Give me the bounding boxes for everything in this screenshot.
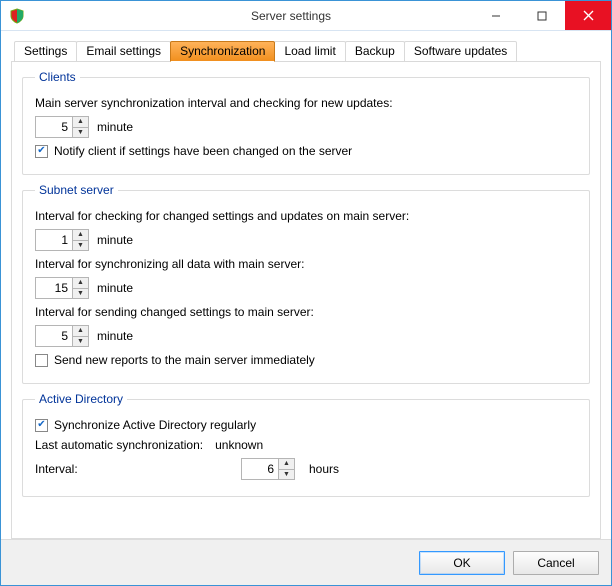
subnet-syncall-input[interactable] <box>36 278 72 298</box>
ad-interval-spinner[interactable]: ▲ ▼ <box>241 458 295 480</box>
ad-interval-unit: hours <box>309 462 339 476</box>
subnet-check-unit: minute <box>97 233 133 247</box>
server-settings-window: Server settings Settings Email settings … <box>0 0 612 586</box>
ad-last-label: Last automatic synchronization: <box>35 438 203 452</box>
subnet-check-spinner[interactable]: ▲ ▼ <box>35 229 89 251</box>
subnet-syncall-spinner[interactable]: ▲ ▼ <box>35 277 89 299</box>
tab-backup[interactable]: Backup <box>345 41 405 62</box>
subnet-send-spin-btns: ▲ ▼ <box>72 326 88 346</box>
titlebar: Server settings <box>1 1 611 31</box>
tab-load-limit[interactable]: Load limit <box>274 41 345 62</box>
close-button[interactable] <box>565 1 611 30</box>
maximize-button[interactable] <box>519 1 565 30</box>
ad-sync-label: Synchronize Active Directory regularly <box>54 418 256 432</box>
tab-strip: Settings Email settings Synchronization … <box>11 41 601 62</box>
content-area: Settings Email settings Synchronization … <box>1 31 611 539</box>
ad-legend: Active Directory <box>35 392 127 406</box>
active-directory-group: Active Directory Synchronize Active Dire… <box>22 392 590 497</box>
subnet-server-group: Subnet server Interval for checking for … <box>22 183 590 384</box>
spin-up-icon[interactable]: ▲ <box>279 459 294 470</box>
spin-down-icon[interactable]: ▼ <box>73 289 88 299</box>
send-immediate-label: Send new reports to the main server imme… <box>54 353 315 367</box>
clients-interval-spin-btns: ▲ ▼ <box>72 117 88 137</box>
notify-client-label: Notify client if settings have been chan… <box>54 144 352 158</box>
notify-client-checkbox[interactable] <box>35 145 48 158</box>
spin-up-icon[interactable]: ▲ <box>73 117 88 128</box>
ad-sync-checkbox[interactable] <box>35 419 48 432</box>
spin-down-icon[interactable]: ▼ <box>279 470 294 480</box>
spin-up-icon[interactable]: ▲ <box>73 278 88 289</box>
ad-interval-spin-btns: ▲ ▼ <box>278 459 294 479</box>
clients-group: Clients Main server synchronization inte… <box>22 70 590 175</box>
subnet-syncall-spin-btns: ▲ ▼ <box>72 278 88 298</box>
spin-up-icon[interactable]: ▲ <box>73 326 88 337</box>
tab-settings[interactable]: Settings <box>14 41 77 62</box>
minimize-button[interactable] <box>473 1 519 30</box>
tab-email-settings[interactable]: Email settings <box>76 41 171 62</box>
subnet-send-spinner[interactable]: ▲ ▼ <box>35 325 89 347</box>
subnet-send-unit: minute <box>97 329 133 343</box>
subnet-send-input[interactable] <box>36 326 72 346</box>
subnet-check-label: Interval for checking for changed settin… <box>35 209 409 223</box>
tab-synchronization[interactable]: Synchronization <box>170 41 275 62</box>
spin-up-icon[interactable]: ▲ <box>73 230 88 241</box>
subnet-check-spin-btns: ▲ ▼ <box>72 230 88 250</box>
subnet-send-label: Interval for sending changed settings to… <box>35 305 314 319</box>
ad-interval-label: Interval: <box>35 462 235 476</box>
tab-software-updates[interactable]: Software updates <box>404 41 517 62</box>
subnet-syncall-unit: minute <box>97 281 133 295</box>
clients-interval-input[interactable] <box>36 117 72 137</box>
ok-button[interactable]: OK <box>419 551 505 575</box>
window-controls <box>473 1 611 30</box>
clients-interval-spinner[interactable]: ▲ ▼ <box>35 116 89 138</box>
spin-down-icon[interactable]: ▼ <box>73 337 88 347</box>
clients-interval-label: Main server synchronization interval and… <box>35 96 393 110</box>
subnet-legend: Subnet server <box>35 183 118 197</box>
spin-down-icon[interactable]: ▼ <box>73 128 88 138</box>
ad-last-value: unknown <box>215 438 263 452</box>
send-immediate-checkbox[interactable] <box>35 354 48 367</box>
clients-interval-unit: minute <box>97 120 133 134</box>
tab-panel-synchronization: Clients Main server synchronization inte… <box>11 61 601 539</box>
clients-legend: Clients <box>35 70 80 84</box>
cancel-button[interactable]: Cancel <box>513 551 599 575</box>
dialog-footer: OK Cancel <box>1 539 611 585</box>
ad-interval-input[interactable] <box>242 459 278 479</box>
spin-down-icon[interactable]: ▼ <box>73 241 88 251</box>
subnet-check-input[interactable] <box>36 230 72 250</box>
subnet-syncall-label: Interval for synchronizing all data with… <box>35 257 304 271</box>
